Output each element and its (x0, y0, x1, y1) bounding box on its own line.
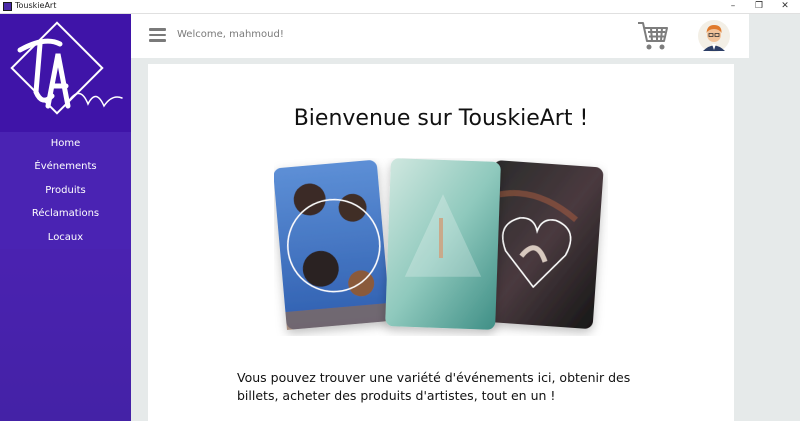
hamburger-menu-icon[interactable] (149, 28, 166, 42)
sidebar: Home Événements Produits Réclamations Lo… (0, 14, 131, 421)
card-middle (385, 158, 501, 330)
page-title: Bienvenue sur TouskieArt ! (293, 106, 589, 131)
app-icon (3, 2, 12, 11)
welcome-description: Vous pouvez trouver une variété d'événem… (237, 370, 631, 403)
window-title: TouskieArt (15, 1, 57, 10)
right-margin (749, 14, 800, 421)
top-header: Welcome, mahmoud! (131, 14, 749, 58)
maximize-button[interactable]: ❐ (746, 0, 772, 13)
sidebar-item-produits[interactable]: Produits (0, 179, 131, 202)
main-content-card: Bienvenue sur TouskieArt ! Vous pouvez t… (148, 64, 734, 421)
hero-illustration (274, 158, 604, 330)
welcome-message: Welcome, mahmoud! (177, 29, 284, 40)
shopping-cart-icon[interactable] (636, 20, 670, 52)
sidebar-item-locaux[interactable]: Locaux (0, 226, 131, 249)
close-button[interactable]: ✕ (772, 0, 798, 13)
sidebar-item-evenements[interactable]: Événements (0, 155, 131, 178)
logo-area (0, 14, 131, 132)
user-avatar[interactable] (698, 20, 730, 52)
sidebar-item-reclamations[interactable]: Réclamations (0, 202, 131, 225)
card-left (274, 160, 391, 330)
card-right (483, 160, 604, 329)
touskieart-logo (10, 21, 123, 115)
minimize-button[interactable]: – (720, 0, 746, 13)
sidebar-item-home[interactable]: Home (0, 132, 131, 155)
sidebar-nav: Home Événements Produits Réclamations Lo… (0, 132, 131, 249)
window-title-bar: TouskieArt – ❐ ✕ (0, 0, 800, 14)
